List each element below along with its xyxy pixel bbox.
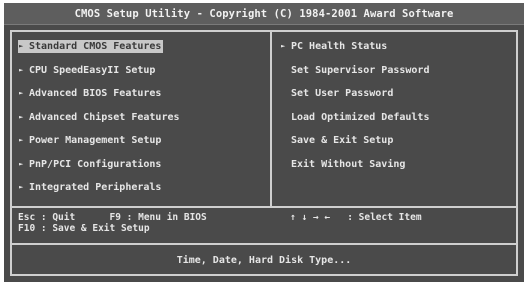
help-divider bbox=[10, 206, 518, 208]
menu-item-label: CPU SpeedEasyII Setup bbox=[29, 64, 156, 76]
menu-item-set-user-password[interactable]: Set User Password bbox=[280, 87, 518, 111]
menu-item-standard-cmos-features[interactable]: ► Standard CMOS Features bbox=[18, 40, 266, 64]
menu-item-label: Integrated Peripherals bbox=[29, 182, 162, 193]
menu-item-pc-health-status[interactable]: ► PC Health Status bbox=[280, 40, 518, 64]
left-menu: ► Standard CMOS Features ► CPU SpeedEasyII… bbox=[18, 40, 266, 205]
submenu-arrow-icon: ► bbox=[19, 89, 24, 97]
submenu-arrow-icon: ► bbox=[19, 183, 24, 191]
menu-item-advanced-chipset-features[interactable]: ► Advanced Chipset Features bbox=[18, 111, 266, 135]
title-bar: CMOS Setup Utility - Copyright (C) 1984-… bbox=[4, 3, 524, 25]
title-text: CMOS Setup Utility - Copyright (C) 1984-… bbox=[74, 7, 454, 20]
bios-screen: CMOS Setup Utility - Copyright (C) 1984-… bbox=[4, 3, 524, 282]
menu-item-pnp-pci-configurations[interactable]: ► PnP/PCI Configurations bbox=[18, 158, 266, 182]
menu-item-label: Advanced BIOS Features bbox=[29, 88, 162, 99]
submenu-arrow-icon: ► bbox=[19, 159, 24, 168]
submenu-arrow-icon: ► bbox=[19, 136, 24, 144]
submenu-arrow-icon: ► bbox=[19, 42, 24, 50]
column-divider bbox=[270, 30, 272, 207]
submenu-arrow-icon: ► bbox=[19, 65, 24, 74]
submenu-arrow-icon: ► bbox=[19, 112, 24, 121]
menu-item-load-optimized-defaults[interactable]: Load Optimized Defaults bbox=[280, 111, 518, 135]
menu-item-save-exit-setup[interactable]: Save & Exit Setup bbox=[280, 134, 518, 158]
navigation-help: ↑ ↓ → ← : Select Item bbox=[290, 212, 422, 223]
menu-item-label: Load Optimized Defaults bbox=[291, 111, 430, 123]
right-menu: ► PC Health Status Set Supervisor Passwor… bbox=[280, 40, 518, 181]
menu-item-label: Save & Exit Setup bbox=[291, 135, 394, 146]
menu-item-integrated-peripherals[interactable]: ► Integrated Peripherals bbox=[18, 181, 266, 205]
menu-item-advanced-bios-features[interactable]: ► Advanced BIOS Features bbox=[18, 87, 266, 111]
menu-item-label: Exit Without Saving bbox=[291, 158, 406, 170]
menu-item-exit-without-saving[interactable]: Exit Without Saving bbox=[280, 158, 518, 182]
menu-item-cpu-speedeasyii-setup[interactable]: ► CPU SpeedEasyII Setup bbox=[18, 64, 266, 88]
menu-item-label: Power Management Setup bbox=[29, 135, 162, 146]
menu-item-set-supervisor-password[interactable]: Set Supervisor Password bbox=[280, 64, 518, 88]
menu-item-power-management-setup[interactable]: ► Power Management Setup bbox=[18, 134, 266, 158]
submenu-arrow-icon: ► bbox=[281, 42, 286, 50]
status-line: Time, Date, Hard Disk Type... bbox=[10, 245, 518, 276]
status-text: Time, Date, Hard Disk Type... bbox=[176, 255, 352, 266]
menu-item-label: Standard CMOS Features bbox=[29, 41, 162, 52]
menu-item-label: PnP/PCI Configurations bbox=[29, 158, 162, 170]
menu-item-label: Advanced Chipset Features bbox=[29, 111, 180, 123]
menu-item-label: PC Health Status bbox=[291, 41, 388, 52]
key-help: Esc : Quit F9 : Menu in BIOS F10 : Save &… bbox=[18, 212, 207, 234]
key-help-line-1: Esc : Quit F9 : Menu in BIOS bbox=[18, 212, 207, 223]
menu-item-label: Set Supervisor Password bbox=[291, 64, 430, 76]
key-help-line-2: F10 : Save & Exit Setup bbox=[18, 223, 150, 234]
menu-item-label: Set User Password bbox=[291, 88, 394, 99]
